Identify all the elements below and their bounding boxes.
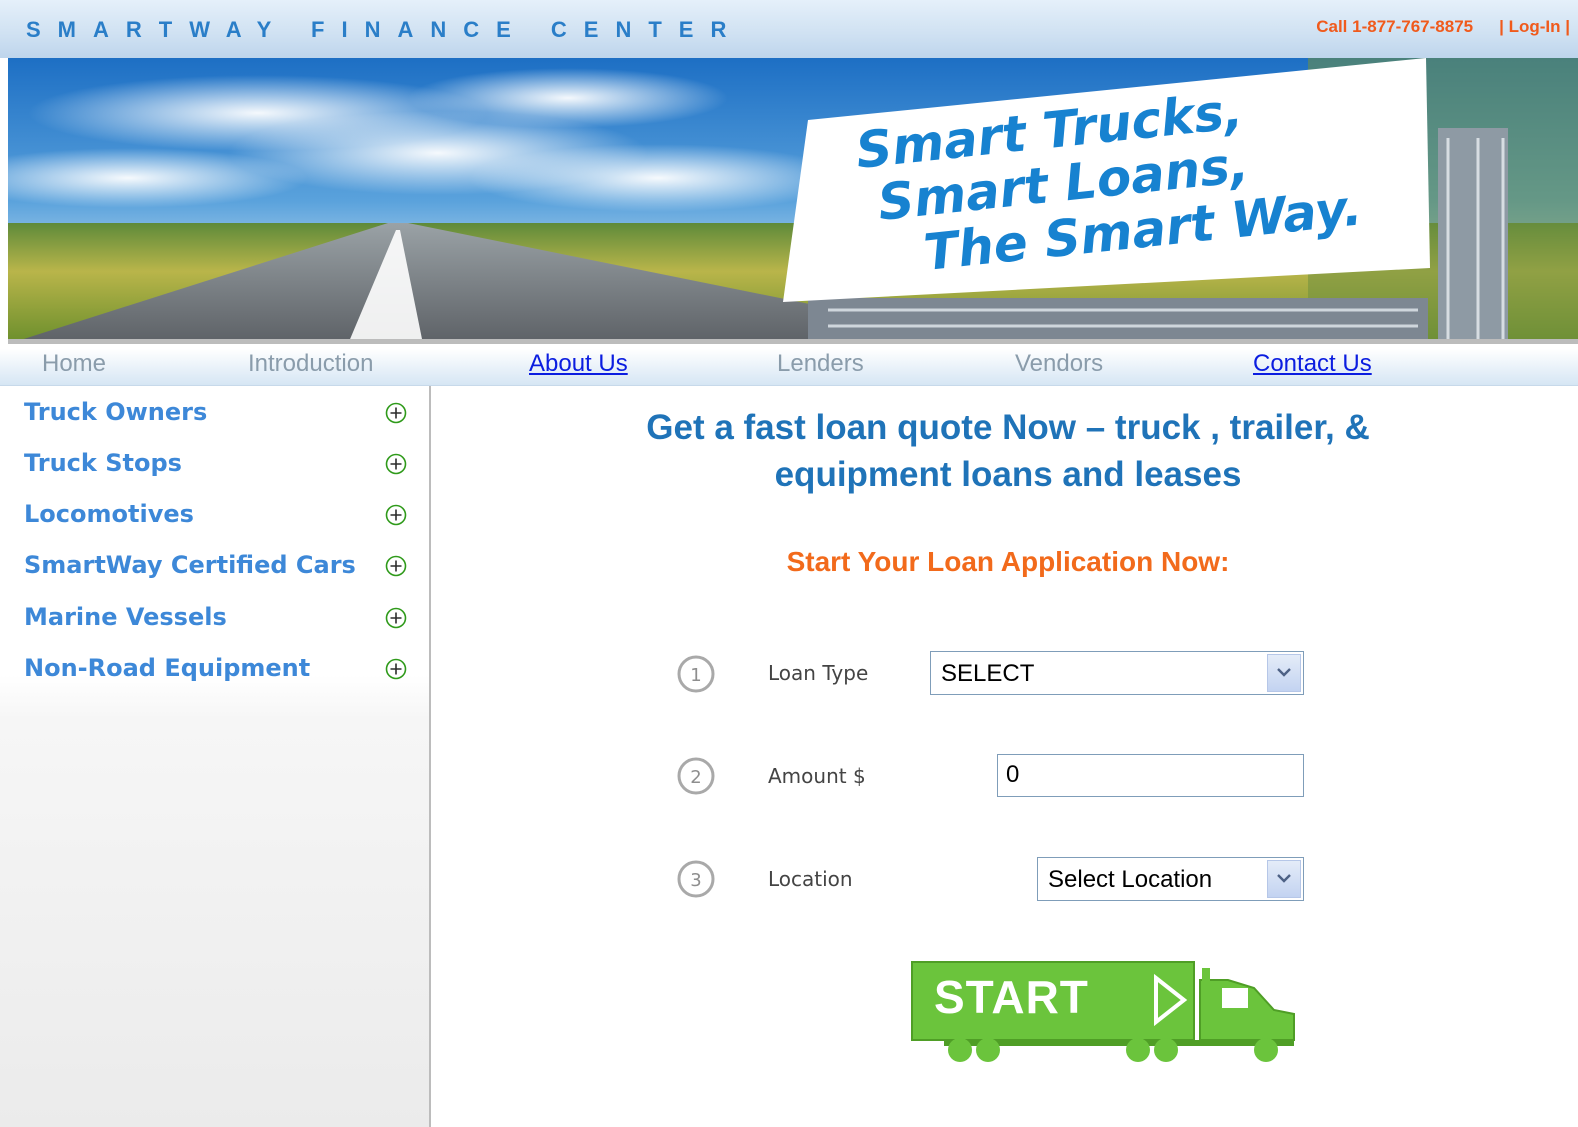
- nav-introduction[interactable]: Introduction: [248, 350, 373, 378]
- plus-circle-icon[interactable]: [385, 555, 407, 577]
- sidebar-item-label: Marine Vessels: [24, 603, 227, 631]
- sidebar-item-marine-vessels[interactable]: Marine Vessels: [24, 597, 416, 637]
- sidebar-item-label: Truck Owners: [24, 398, 208, 426]
- top-bar: SMARTWAY FINANCE CENTER Call 1-877-767-8…: [0, 0, 1578, 58]
- location-value: Select Location: [1048, 866, 1213, 893]
- main-nav: Home Introduction About Us Lenders Vendo…: [0, 349, 1578, 386]
- plus-circle-icon[interactable]: [385, 607, 407, 629]
- sidebar-item-truck-stops[interactable]: Truck Stops: [24, 443, 416, 483]
- step-3-icon: 3: [677, 860, 715, 898]
- nav-lenders[interactable]: Lenders: [777, 350, 864, 378]
- chevron-down-icon[interactable]: [1267, 860, 1301, 898]
- plus-circle-icon[interactable]: [385, 658, 407, 680]
- nav-home[interactable]: Home: [42, 350, 106, 378]
- amount-input[interactable]: 0: [997, 754, 1304, 797]
- sidebar-item-non-road-equipment[interactable]: Non-Road Equipment: [24, 648, 416, 688]
- top-right-links: Call 1-877-767-8875 | Log-In |: [1316, 17, 1570, 37]
- sidebar-item-label: SmartWay Certified Cars: [24, 551, 356, 579]
- sidebar-item-locomotives[interactable]: Locomotives: [24, 494, 416, 534]
- location-label: Location: [768, 867, 853, 891]
- loan-application-heading: Start Your Loan Application Now:: [786, 546, 1230, 577]
- start-label: START: [934, 971, 1089, 1023]
- site-brand[interactable]: SMARTWAY FINANCE CENTER: [26, 17, 743, 43]
- headline-line-2: equipment loans and leases: [774, 455, 1242, 494]
- sidebar-item-truck-owners[interactable]: Truck Owners: [24, 392, 416, 432]
- step-3-number: 3: [690, 870, 701, 891]
- sidebar-item-label: Truck Stops: [24, 449, 182, 477]
- plus-circle-icon[interactable]: [385, 453, 407, 475]
- step-2-icon: 2: [677, 757, 715, 795]
- plus-circle-icon[interactable]: [385, 504, 407, 526]
- nav-about-us[interactable]: About Us: [529, 350, 628, 378]
- amount-label: Amount $: [768, 764, 866, 788]
- login-link[interactable]: | Log-In |: [1499, 17, 1570, 36]
- sidebar-item-smartway-certified-cars[interactable]: SmartWay Certified Cars: [24, 545, 416, 585]
- phone-number: Call 1-877-767-8875: [1316, 17, 1474, 36]
- plus-circle-icon[interactable]: [385, 402, 407, 424]
- page-headline: Get a fast loan quote Now – truck , trai…: [480, 404, 1536, 498]
- start-button[interactable]: START: [910, 958, 1300, 1070]
- chevron-down-icon[interactable]: [1267, 654, 1301, 692]
- loan-type-select[interactable]: SELECT: [930, 651, 1304, 695]
- step-2-number: 2: [690, 767, 701, 788]
- nav-contact-us[interactable]: Contact Us: [1253, 350, 1372, 378]
- loan-type-value: SELECT: [941, 660, 1035, 687]
- nav-vendors[interactable]: Vendors: [1015, 350, 1103, 378]
- headline-line-1: Get a fast loan quote Now – truck , trai…: [646, 408, 1370, 447]
- sidebar-item-label: Locomotives: [24, 500, 194, 528]
- loan-type-label: Loan Type: [768, 661, 869, 685]
- sidebar-item-label: Non-Road Equipment: [24, 654, 311, 682]
- step-1-number: 1: [690, 665, 701, 686]
- location-select[interactable]: Select Location: [1037, 857, 1304, 901]
- step-1-icon: 1: [677, 655, 715, 693]
- hero-banner: Smart Trucks, Smart Loans, The Smart Way…: [8, 58, 1578, 344]
- hero-image: Smart Trucks, Smart Loans, The Smart Way…: [8, 58, 1578, 339]
